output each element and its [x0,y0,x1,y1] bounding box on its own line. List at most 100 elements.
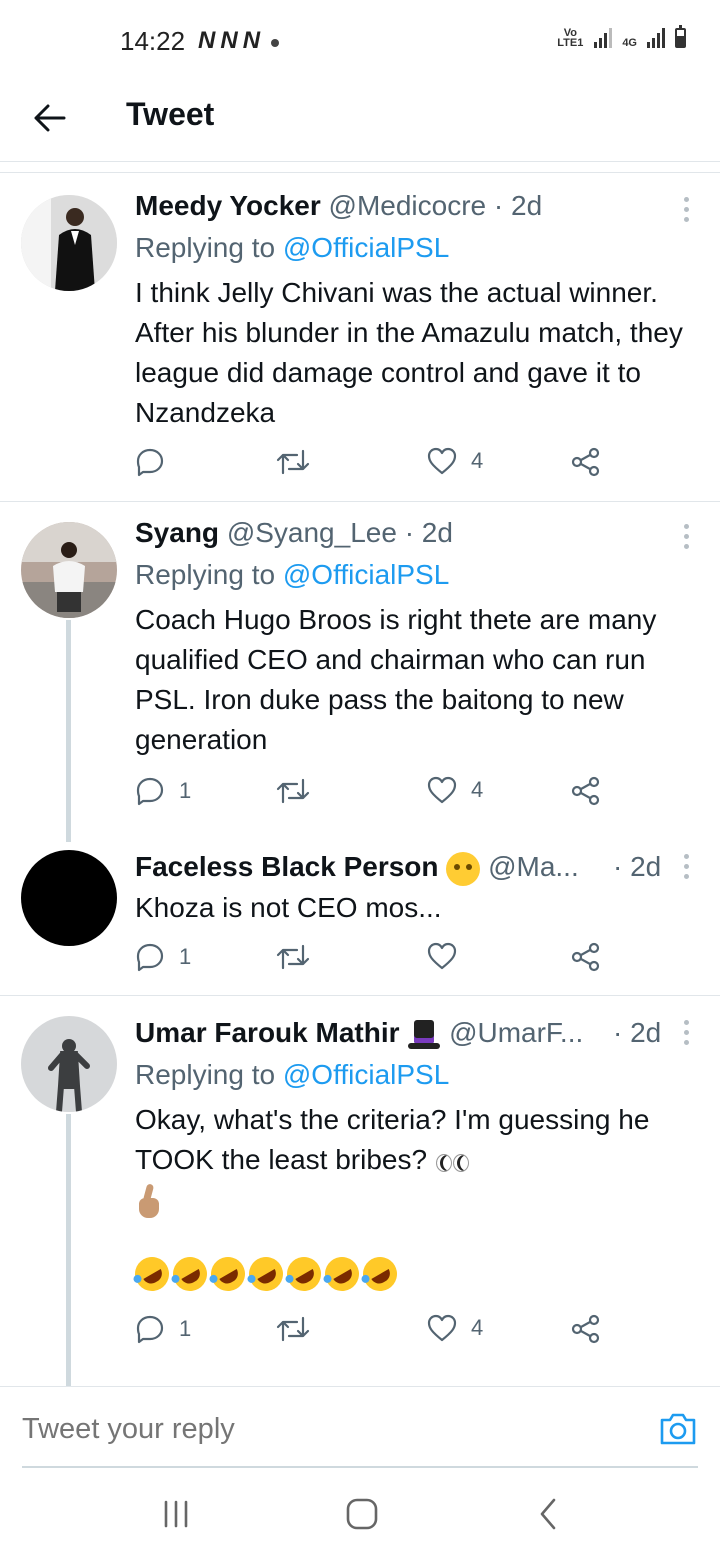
tweet[interactable]: Syang @Syang_Lee · 2d Replying to @Offic… [0,502,720,832]
more-notifications-dot-icon [271,39,280,47]
retweet-icon [276,944,310,970]
reply-input[interactable] [22,1413,582,1446]
tweet-text: Okay, what's the criteria? I'm guessing … [135,1100,698,1180]
tweet-time: · 2d [613,1017,662,1048]
author-name[interactable]: Meedy Yocker [135,190,321,221]
tweet-header: Meedy Yocker @Medicocre · 2d [135,187,698,225]
retweet-icon [276,449,310,475]
rofl-icon [318,1250,366,1298]
like-button[interactable]: 4 [427,1314,483,1342]
volte-label: Vo LTE1 [556,27,584,49]
avatar[interactable] [21,1016,117,1112]
heart-icon [427,1314,457,1342]
tweet-time: · 2d [613,851,662,882]
tweet-text: Khoza is not CEO mos... [135,892,442,923]
status-time: 14:22 [120,26,186,56]
replying-to: Replying to @OfficialPSL [135,556,698,594]
share-button[interactable] [571,447,601,477]
reply-icon [136,448,164,477]
tweet-text: I think Jelly Chivani was the actual win… [135,277,683,428]
replying-prefix: Replying to [135,232,276,263]
more-options-icon[interactable] [682,1020,690,1045]
reply-bar [0,1386,720,1468]
share-icon [571,942,600,972]
camera-icon[interactable] [658,1411,698,1447]
signal-icon-2 [647,28,665,48]
like-button[interactable]: 4 [427,776,483,804]
tweet-actions: 1 4 [135,1314,615,1354]
tweet-actions: 1 [135,942,615,982]
more-options-icon[interactable] [682,854,690,879]
heart-icon [427,942,457,970]
share-button[interactable] [571,776,601,806]
mention-link[interactable]: @OfficialPSL [283,232,449,263]
notification-n-icon: N [220,27,237,54]
like-button[interactable]: 4 [427,447,483,475]
replying-to: Replying to @OfficialPSL [135,1056,698,1094]
share-button[interactable] [571,942,601,972]
more-options-icon[interactable] [682,524,690,549]
tweet-time: · 2d [493,190,543,221]
share-button[interactable] [571,1314,601,1344]
author-handle[interactable]: @Ma... [488,851,579,882]
more-options-icon[interactable] [682,197,690,222]
retweet-button[interactable] [275,942,311,972]
tweet-text: Coach Hugo Broos is right thete are many… [135,604,657,755]
retweet-button[interactable] [275,447,311,477]
like-count: 4 [471,777,484,802]
reply-button[interactable]: 1 [135,1314,191,1344]
retweet-icon [276,778,310,804]
tweet-header: Faceless Black Person @Ma... · 2d [135,848,698,886]
share-icon [571,447,600,477]
author-handle[interactable]: @UmarF... [449,1017,583,1048]
signal-icon [594,28,613,48]
header: Tweet [0,82,720,162]
reply-icon [136,1315,164,1344]
status-bar: 14:22 N N N Vo LTE1 4G [0,0,720,82]
reply-button[interactable]: 1 [135,942,191,972]
replying-prefix: Replying to [135,559,276,590]
share-icon [571,776,600,806]
avatar[interactable] [21,195,117,291]
eyes-icon [435,1152,469,1172]
rofl-icon [204,1250,252,1298]
like-count: 4 [471,448,484,473]
like-count: 4 [471,1315,484,1340]
rofl-icon [242,1250,290,1298]
tweet[interactable]: Umar Farouk Mathir @UmarF... · 2d Replyi… [0,996,720,1386]
navigation-bar [0,1468,720,1560]
battery-icon [675,25,686,48]
recent-apps-icon[interactable] [156,1496,196,1532]
back-arrow-icon[interactable] [30,98,70,138]
reply-button[interactable] [135,447,179,477]
tweet[interactable]: Meedy Yocker @Medicocre · 2d Replying to… [0,173,720,502]
avatar[interactable] [21,522,117,618]
no-mouth-face-icon [446,851,481,886]
reply-count: 1 [179,944,192,969]
mention-link[interactable]: @OfficialPSL [283,1059,449,1090]
tweet[interactable]: Faceless Black Person @Ma... · 2d Khoza … [0,832,720,996]
avatar[interactable] [21,850,117,946]
notification-icons: N N N [198,27,280,55]
like-button[interactable] [427,942,457,970]
rofl-icon [280,1250,328,1298]
tweet-time: · 2d [404,517,453,548]
tweet-text-line: Okay, what's the criteria? I'm guessing … [135,1104,650,1175]
reply-count: 1 [179,1316,192,1341]
tweet-header: Umar Farouk Mathir @UmarF... · 2d [135,1014,698,1052]
reply-button[interactable]: 1 [135,776,191,806]
author-handle[interactable]: @Medicocre [329,190,487,221]
mention-link[interactable]: @OfficialPSL [283,559,449,590]
notification-n-icon: N [198,27,215,54]
back-nav-icon[interactable] [530,1496,570,1532]
volte-text: Vo LTE1 [557,27,584,49]
author-name[interactable]: Syang [135,517,219,548]
author-name[interactable]: Faceless Black Person [135,851,439,882]
top-hat-icon [407,1018,441,1052]
author-name[interactable]: Umar Farouk Mathir [135,1017,400,1048]
author-handle[interactable]: @Syang_Lee [227,517,397,548]
retweet-button[interactable] [275,776,311,806]
retweet-button[interactable] [275,1314,311,1344]
share-icon [571,1314,600,1344]
home-icon[interactable] [342,1496,382,1532]
